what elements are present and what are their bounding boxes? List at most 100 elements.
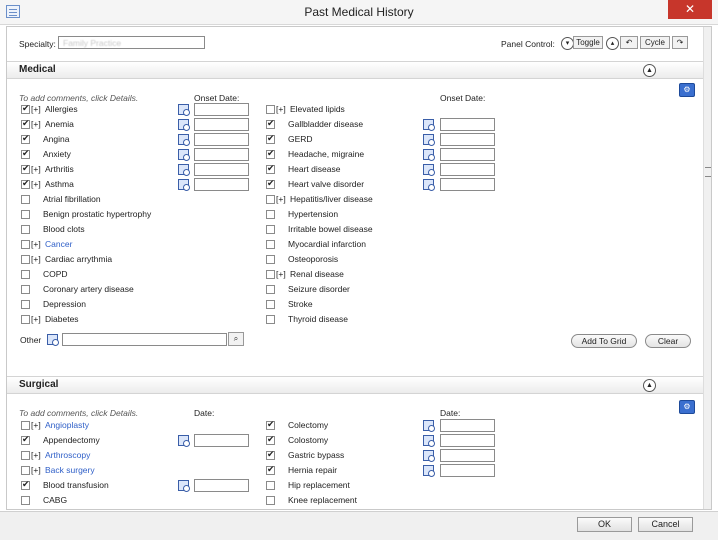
vertical-scrollbar[interactable] — [703, 27, 711, 509]
date-input[interactable] — [440, 118, 495, 131]
condition-checkbox[interactable] — [266, 419, 275, 430]
condition-label[interactable]: Back surgery — [45, 465, 95, 475]
date-input[interactable] — [194, 133, 249, 146]
expand-toggle[interactable]: [+] — [276, 269, 286, 279]
date-input[interactable] — [440, 449, 495, 462]
condition-checkbox[interactable] — [266, 225, 275, 234]
details-icon[interactable] — [423, 149, 435, 161]
specialty-field[interactable]: Family Practice — [58, 36, 205, 49]
details-icon[interactable] — [423, 450, 435, 462]
condition-checkbox[interactable] — [21, 163, 30, 174]
close-window-button[interactable]: ✕ — [668, 0, 712, 19]
details-icon[interactable] — [178, 480, 190, 492]
clear-button[interactable]: Clear — [645, 334, 691, 348]
scroll-grip[interactable] — [705, 167, 711, 177]
date-input[interactable] — [194, 434, 249, 447]
date-input[interactable] — [440, 163, 495, 176]
date-input[interactable] — [194, 148, 249, 161]
condition-checkbox[interactable] — [266, 178, 275, 189]
date-input[interactable] — [194, 163, 249, 176]
condition-checkbox[interactable] — [21, 148, 30, 159]
condition-checkbox[interactable] — [266, 285, 275, 294]
condition-label[interactable]: Arthroscopy — [45, 450, 90, 460]
details-icon[interactable] — [423, 465, 435, 477]
date-input[interactable] — [440, 178, 495, 191]
medical-collapse-icon[interactable]: ▲ — [643, 64, 656, 77]
condition-checkbox[interactable] — [21, 285, 30, 294]
condition-checkbox[interactable] — [21, 451, 30, 460]
condition-checkbox[interactable] — [266, 148, 275, 159]
details-icon[interactable] — [423, 179, 435, 191]
condition-checkbox[interactable] — [266, 105, 275, 114]
condition-checkbox[interactable] — [21, 466, 30, 475]
add-to-grid-button[interactable]: Add To Grid — [571, 334, 637, 348]
date-input[interactable] — [440, 133, 495, 146]
date-input[interactable] — [194, 178, 249, 191]
cycle-button[interactable]: Cycle — [640, 36, 670, 49]
date-input[interactable] — [194, 479, 249, 492]
condition-checkbox[interactable] — [266, 434, 275, 445]
date-input[interactable] — [440, 434, 495, 447]
expand-toggle[interactable]: [+] — [31, 104, 41, 114]
condition-checkbox[interactable] — [266, 133, 275, 144]
condition-checkbox[interactable] — [266, 255, 275, 264]
condition-checkbox[interactable] — [266, 210, 275, 219]
details-icon[interactable] — [423, 435, 435, 447]
undo-icon[interactable]: ↶ — [620, 36, 638, 49]
condition-label[interactable]: Angioplasty — [45, 420, 89, 430]
condition-checkbox[interactable] — [266, 118, 275, 129]
condition-checkbox[interactable] — [21, 103, 30, 114]
condition-checkbox[interactable] — [266, 300, 275, 309]
condition-checkbox[interactable] — [21, 195, 30, 204]
search-icon[interactable]: ⌕ — [228, 332, 244, 346]
date-input[interactable] — [440, 464, 495, 477]
condition-checkbox[interactable] — [21, 178, 30, 189]
expand-toggle[interactable]: [+] — [31, 314, 41, 324]
condition-checkbox[interactable] — [21, 118, 30, 129]
condition-checkbox[interactable] — [266, 481, 275, 490]
details-icon[interactable] — [178, 435, 190, 447]
toggle-button[interactable]: Toggle — [573, 36, 603, 49]
details-icon[interactable] — [423, 119, 435, 131]
expand-toggle[interactable]: [+] — [31, 164, 41, 174]
expand-toggle[interactable]: [+] — [31, 254, 41, 264]
condition-checkbox[interactable] — [266, 464, 275, 475]
other-details-icon[interactable] — [47, 334, 59, 346]
condition-checkbox[interactable] — [266, 195, 275, 204]
details-icon[interactable] — [178, 104, 190, 116]
date-input[interactable] — [440, 148, 495, 161]
cancel-button[interactable]: Cancel — [638, 517, 693, 532]
expand-toggle[interactable]: [+] — [31, 179, 41, 189]
condition-checkbox[interactable] — [21, 434, 30, 445]
date-input[interactable] — [194, 118, 249, 131]
surgical-panel-settings-icon[interactable]: ⚙ — [679, 400, 695, 414]
expand-all-icon[interactable]: ▴ — [606, 37, 619, 50]
condition-checkbox[interactable] — [21, 225, 30, 234]
expand-toggle[interactable]: [+] — [276, 194, 286, 204]
expand-toggle[interactable]: [+] — [276, 104, 286, 114]
condition-checkbox[interactable] — [21, 210, 30, 219]
details-icon[interactable] — [423, 420, 435, 432]
condition-checkbox[interactable] — [21, 255, 30, 264]
condition-checkbox[interactable] — [266, 270, 275, 279]
condition-label[interactable]: Cancer — [45, 239, 72, 249]
details-icon[interactable] — [178, 119, 190, 131]
redo-icon[interactable]: ↷ — [672, 36, 688, 49]
date-input[interactable] — [440, 419, 495, 432]
condition-checkbox[interactable] — [21, 315, 30, 324]
condition-checkbox[interactable] — [266, 315, 275, 324]
details-icon[interactable] — [423, 164, 435, 176]
expand-toggle[interactable]: [+] — [31, 239, 41, 249]
details-icon[interactable] — [178, 149, 190, 161]
condition-checkbox[interactable] — [21, 300, 30, 309]
condition-checkbox[interactable] — [21, 270, 30, 279]
expand-toggle[interactable]: [+] — [31, 450, 41, 460]
ok-button[interactable]: OK — [577, 517, 632, 532]
expand-toggle[interactable]: [+] — [31, 420, 41, 430]
condition-checkbox[interactable] — [21, 496, 30, 505]
other-input[interactable] — [62, 333, 227, 346]
details-icon[interactable] — [178, 134, 190, 146]
expand-toggle[interactable]: [+] — [31, 119, 41, 129]
condition-checkbox[interactable] — [266, 496, 275, 505]
details-icon[interactable] — [423, 134, 435, 146]
